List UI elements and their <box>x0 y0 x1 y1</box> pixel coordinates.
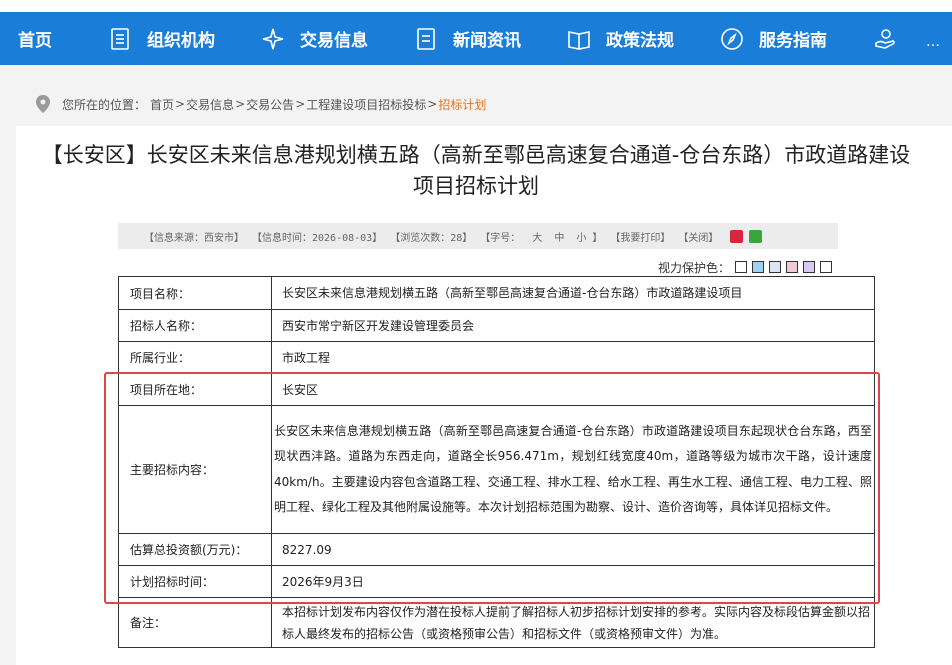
eye-protection-colors: 视力保护色： <box>658 258 833 276</box>
meta-font-size: 【字号： 大 中 小 】 <box>480 229 602 244</box>
breadcrumb-home[interactable]: 首页 <box>150 96 174 113</box>
protect-color-pink[interactable] <box>786 261 799 273</box>
breadcrumb-trade-notice[interactable]: 交易公告 <box>246 96 294 113</box>
nav-label: 服务指南 <box>759 31 827 51</box>
title-line-1: 【长安区】长安区未来信息港规划横五路（高新至鄠邑高速复合通道-仓台东路）市政道路… <box>41 143 911 167</box>
nav-trade-info[interactable]: 交易信息 <box>260 12 368 65</box>
breadcrumb: 您所在的位置： 首页 > 交易信息 > 交易公告 > 工程建设项目招标投标 > … <box>36 93 486 115</box>
row-key: 项目所在地： <box>118 373 272 406</box>
row-key: 招标人名称： <box>118 309 272 342</box>
meta-source: 【信息来源：西安市】 <box>144 232 244 244</box>
nav-label: 新闻资讯 <box>453 31 521 51</box>
breadcrumb-sep: > <box>175 97 186 111</box>
breadcrumb-sep: > <box>235 97 246 111</box>
nav-label: 组织机构 <box>147 31 215 51</box>
document-icon <box>107 26 133 52</box>
breadcrumb-trade-info[interactable]: 交易信息 <box>186 96 234 113</box>
print-button[interactable]: 【我要打印】 <box>610 229 670 244</box>
table-row: 招标人名称： 西安市常宁新区开发建设管理委员会 <box>118 309 875 342</box>
breadcrumb-sep: > <box>427 97 438 111</box>
nav-label: 政策法规 <box>606 31 674 51</box>
nav-organization[interactable]: 组织机构 <box>107 12 215 65</box>
page-title: 【长安区】长安区未来信息港规划横五路（高新至鄠邑高速复合通道-仓台东路）市政道路… <box>16 140 936 202</box>
nav-policy[interactable]: 政策法规 <box>566 12 674 65</box>
table-row: 估算总投资额(万元)： 8227.09 <box>118 533 875 566</box>
row-key: 所属行业： <box>118 341 272 374</box>
font-medium-button[interactable]: 中 <box>554 233 564 244</box>
row-key: 主要招标内容： <box>118 405 272 534</box>
font-size-suffix: 】 <box>592 232 603 244</box>
hand-icon <box>872 26 898 52</box>
nav-label: 交易信息 <box>300 31 368 51</box>
row-value: 市政工程 <box>271 341 875 374</box>
nav-more[interactable] <box>872 12 912 65</box>
eye-protection-label: 视力保护色： <box>658 260 731 275</box>
sparkle-icon <box>260 26 286 52</box>
row-value: 8227.09 <box>271 533 875 566</box>
font-small-button[interactable]: 小 <box>576 233 586 244</box>
top-strip <box>0 0 952 12</box>
nav-service-guide[interactable]: 服务指南 <box>719 12 827 65</box>
row-key: 备注： <box>118 597 272 648</box>
protect-color-purple[interactable] <box>803 261 816 273</box>
breadcrumb-prefix: 您所在的位置： <box>62 97 147 112</box>
main-nav: 首页 组织机构 交易信息 新闻资讯 政策法规 服务指南 … <box>0 12 952 65</box>
compass-icon <box>719 26 745 52</box>
nav-overflow-icon: … <box>926 34 940 50</box>
list-icon <box>413 26 439 52</box>
wechat-share-icon[interactable] <box>749 229 763 243</box>
meta-time: 【信息时间：2026-08-03】 <box>252 232 383 244</box>
protect-color-default[interactable] <box>820 261 833 273</box>
protect-color-lightblue[interactable] <box>769 261 782 273</box>
tender-plan-table: 项目名称： 长安区未来信息港规划横五路（高新至鄠邑高速复合通道-仓台东路）市政道… <box>118 276 875 648</box>
table-row: 计划招标时间： 2026年9月3日 <box>118 565 875 598</box>
row-value: 本招标计划发布内容仅作为潜在投标人提前了解招标人初步招标计划安排的参考。实际内容… <box>271 597 875 648</box>
nav-label: 首页 <box>18 31 52 51</box>
row-key: 计划招标时间： <box>118 565 272 598</box>
row-key: 项目名称： <box>118 276 272 310</box>
row-value: 2026年9月3日 <box>271 565 875 598</box>
breadcrumb-current: 招标计划 <box>438 97 487 112</box>
protect-color-blue[interactable] <box>752 261 765 273</box>
page: 首页 组织机构 交易信息 新闻资讯 政策法规 服务指南 … 您所在的位置： 首页… <box>0 0 952 665</box>
table-row: 项目所在地： 长安区 <box>118 373 875 406</box>
breadcrumb-bidding[interactable]: 工程建设项目招标投标 <box>306 96 426 113</box>
row-value: 西安市常宁新区开发建设管理委员会 <box>271 309 875 342</box>
article-meta: 【信息来源：西安市】 【信息时间：2026-08-03】 【浏览次数：28】 【… <box>118 223 838 249</box>
font-size-prefix: 【字号： <box>480 232 521 244</box>
nav-news[interactable]: 新闻资讯 <box>413 12 521 65</box>
weibo-share-icon[interactable] <box>730 229 744 243</box>
table-row: 备注： 本招标计划发布内容仅作为潜在投标人提前了解招标人初步招标计划安排的参考。… <box>118 597 875 648</box>
table-row: 主要招标内容： 长安区未来信息港规划横五路（高新至鄠邑高速复合通道-仓台东路）市… <box>118 405 875 534</box>
nav-home[interactable]: 首页 <box>18 12 52 65</box>
row-value: 长安区未来信息港规划横五路（高新至鄠邑高速复合通道-仓台东路）市政道路建设项目 <box>271 276 875 310</box>
protect-color-white[interactable] <box>735 261 748 273</box>
table-row: 所属行业： 市政工程 <box>118 341 875 374</box>
font-large-button[interactable]: 大 <box>532 233 542 244</box>
row-value: 长安区未来信息港规划横五路（高新至鄠邑高速复合通道-仓台东路）市政道路建设项目东… <box>271 405 875 534</box>
row-value: 长安区 <box>271 373 875 406</box>
close-button[interactable]: 【关闭】 <box>678 229 718 244</box>
location-pin-icon <box>36 95 50 113</box>
meta-views: 【浏览次数：28】 <box>390 232 473 244</box>
book-icon <box>566 26 592 52</box>
table-row: 项目名称： 长安区未来信息港规划横五路（高新至鄠邑高速复合通道-仓台东路）市政道… <box>118 276 875 310</box>
breadcrumb-sep: > <box>295 97 306 111</box>
row-key: 估算总投资额(万元)： <box>118 533 272 566</box>
title-line-2: 项目招标计划 <box>413 174 539 198</box>
